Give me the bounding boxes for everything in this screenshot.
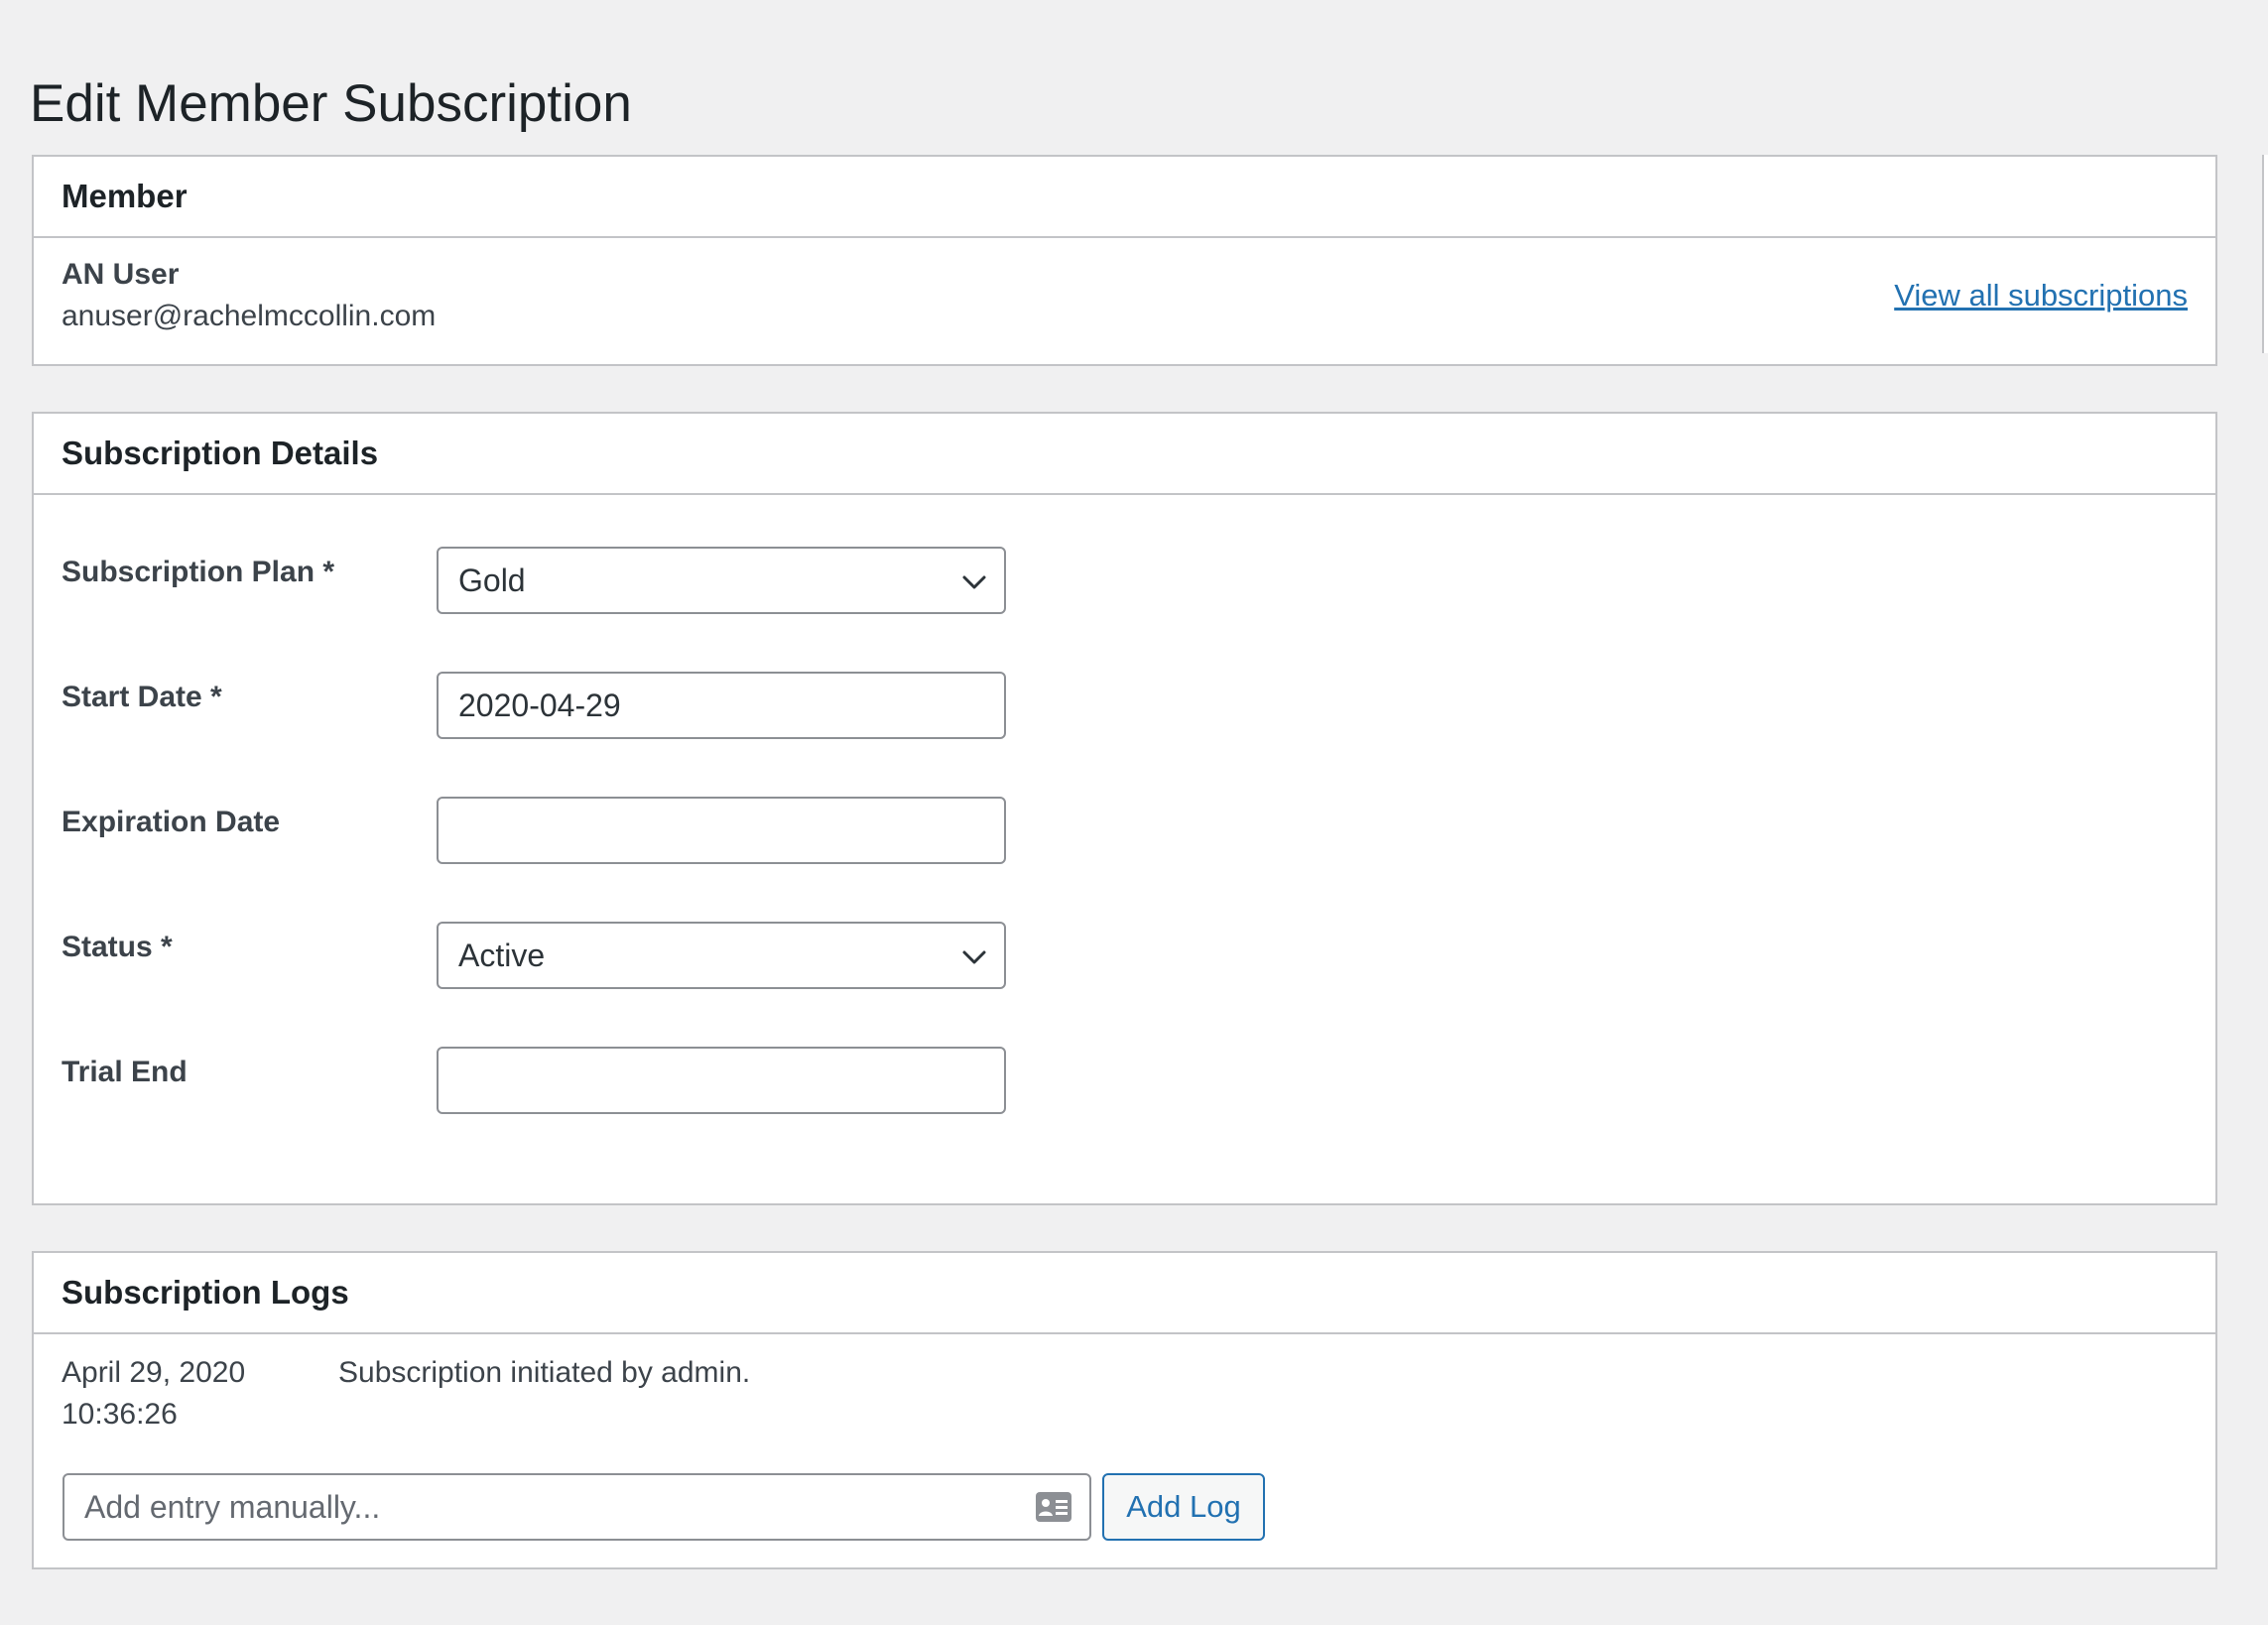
member-box-header: Member: [34, 157, 2215, 238]
page-title: Edit Member Subscription: [30, 73, 632, 133]
trial-end-label: Trial End: [62, 1056, 188, 1088]
start-date-row: Start Date * 2020-04-29: [62, 672, 1252, 747]
contact-card-icon: [1036, 1492, 1071, 1522]
log-entry-time: 10:36:26: [62, 1398, 178, 1431]
member-body: AN User anuser@rachelmccollin.com View a…: [34, 238, 2215, 364]
member-box: Member AN User anuser@rachelmccollin.com…: [32, 155, 2217, 366]
trial-end-input[interactable]: [437, 1047, 1006, 1114]
member-name: AN User: [62, 258, 180, 291]
log-entry-date: April 29, 2020 10:36:26: [62, 1352, 245, 1436]
sidebar-box-edge: [2262, 155, 2268, 353]
status-row: Status * Active: [62, 922, 1252, 997]
start-date-value: 2020-04-29: [458, 687, 621, 723]
status-select[interactable]: Active: [437, 922, 1006, 989]
expiration-date-input[interactable]: [437, 797, 1006, 864]
subscription-logs-header: Subscription Logs: [34, 1253, 2215, 1334]
add-log-button[interactable]: Add Log: [1102, 1473, 1265, 1541]
expiration-date-row: Expiration Date: [62, 797, 1252, 872]
subscription-logs-box: Subscription Logs April 29, 2020 10:36:2…: [32, 1251, 2217, 1569]
chevron-down-icon: [962, 950, 986, 964]
start-date-input[interactable]: 2020-04-29: [437, 672, 1006, 739]
subscription-details-heading: Subscription Details: [62, 435, 379, 471]
start-date-label: Start Date *: [62, 681, 222, 713]
status-label: Status *: [62, 931, 173, 963]
member-heading: Member: [62, 178, 188, 214]
subscription-plan-value: Gold: [458, 562, 526, 598]
subscription-plan-row: Subscription Plan * Gold: [62, 547, 1252, 622]
subscription-logs-heading: Subscription Logs: [62, 1274, 349, 1311]
expiration-date-label: Expiration Date: [62, 806, 281, 838]
add-log-entry-input[interactable]: [63, 1473, 1091, 1541]
subscription-plan-label: Subscription Plan *: [62, 556, 335, 588]
view-all-subscriptions-link[interactable]: View all subscriptions: [1894, 278, 2188, 313]
chevron-down-icon: [962, 575, 986, 589]
member-email: anuser@rachelmccollin.com: [62, 300, 437, 332]
subscription-details-header: Subscription Details: [34, 414, 2215, 495]
log-entry-message: Subscription initiated by admin.: [338, 1356, 751, 1389]
status-value: Active: [458, 937, 546, 973]
subscription-plan-select[interactable]: Gold: [437, 547, 1006, 614]
trial-end-row: Trial End: [62, 1047, 1252, 1122]
subscription-details-box: Subscription Details Subscription Plan *…: [32, 412, 2217, 1205]
log-entry-date-text: April 29, 2020: [62, 1356, 246, 1389]
